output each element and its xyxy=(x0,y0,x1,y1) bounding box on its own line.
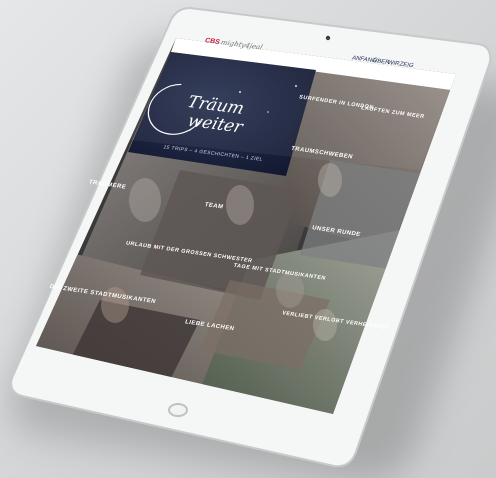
photo-scene: CBS mighty4jeal ANFANG ÜBER WIR ZEIG Trä… xyxy=(0,0,496,478)
camera-icon xyxy=(325,35,331,41)
tablet-device: CBS mighty4jeal ANFANG ÜBER WIR ZEIG Trä… xyxy=(10,6,492,468)
home-button-icon[interactable] xyxy=(168,403,188,417)
